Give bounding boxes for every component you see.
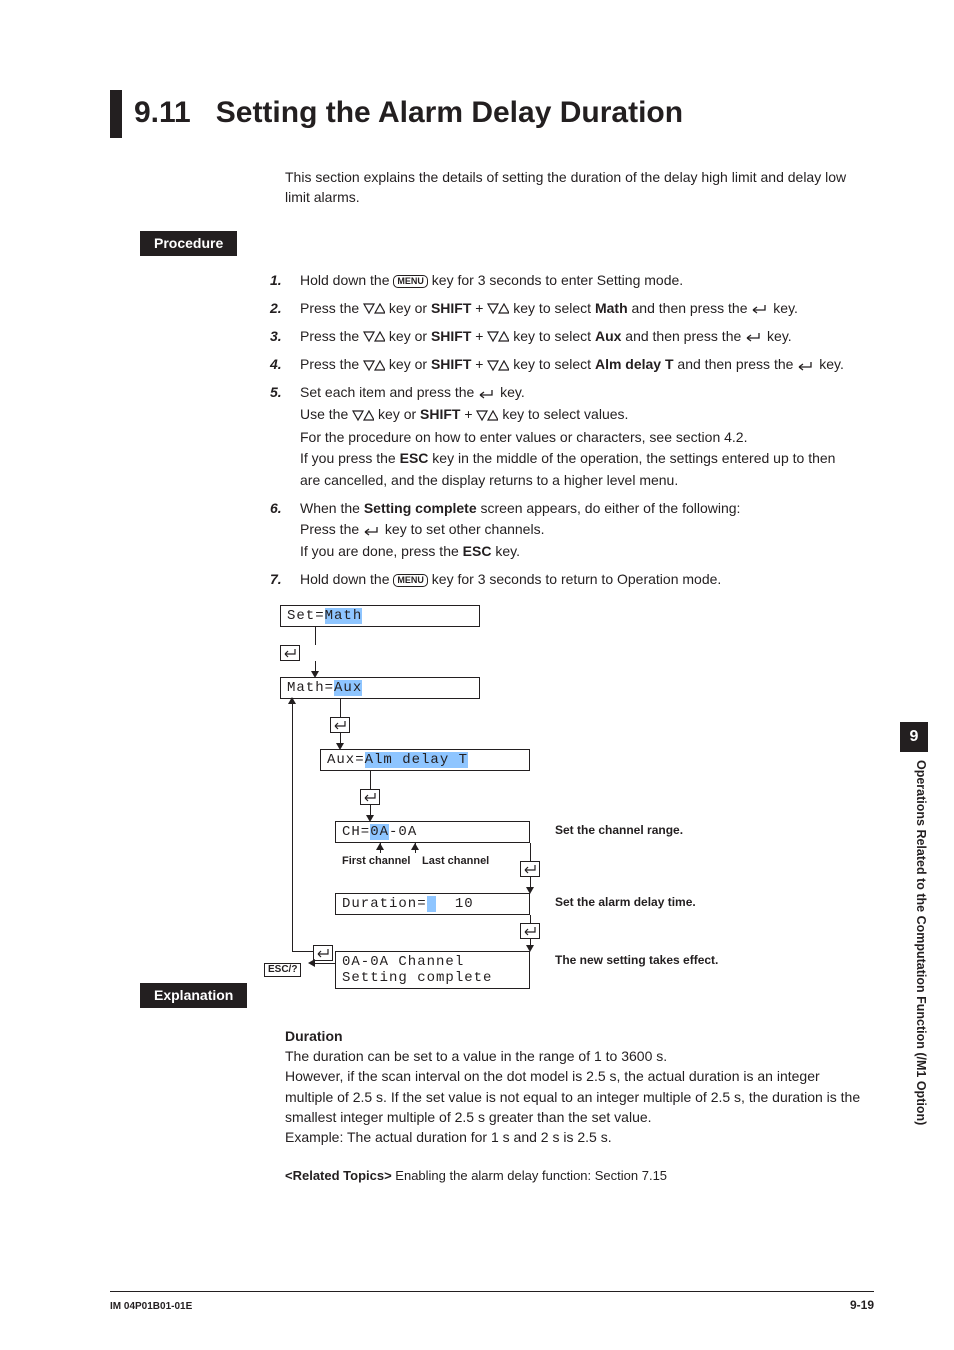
step-6: 6 When the Setting complete screen appea… — [270, 498, 850, 564]
heading-title: Setting the Alarm Delay Duration — [216, 96, 683, 129]
step-2: 2 Press the key or SHIFT + key to select… — [270, 298, 850, 320]
enter-key-icon — [363, 520, 381, 542]
menu-key-icon: MENU — [393, 275, 428, 288]
explanation-body: Duration The duration can be set to a va… — [285, 1026, 865, 1148]
enter-box-icon — [280, 645, 300, 661]
step-4: 4 Press the key or SHIFT + key to select… — [270, 354, 850, 376]
chapter-title-vertical: Operations Related to the Computation Fu… — [900, 760, 928, 1190]
duration-heading: Duration — [285, 1026, 865, 1046]
procedure-label: Procedure — [140, 231, 237, 256]
step-3: 3 Press the key or SHIFT + key to select… — [270, 326, 850, 348]
step-5: 5 Set each item and press the key. Use t… — [270, 382, 850, 491]
last-channel-label: Last channel — [422, 855, 489, 867]
up-down-icon — [487, 355, 509, 377]
up-down-icon — [487, 326, 509, 348]
first-channel-label: First channel — [342, 855, 410, 867]
enter-box-icon — [520, 923, 540, 939]
enter-key-icon — [478, 383, 496, 405]
step-7: 7 Hold down the MENU key for 3 seconds t… — [270, 569, 850, 591]
procedure-list: 1 Hold down the MENU key for 3 seconds t… — [270, 270, 850, 591]
menu-flow-diagram: Set=Math Math=Aux Aux=Alm delay T CH=0A-… — [280, 605, 860, 975]
section-heading: 9.11 Setting the Alarm Delay Duration — [110, 90, 874, 138]
up-down-icon — [476, 405, 498, 427]
up-down-icon — [363, 355, 385, 377]
up-down-icon — [363, 298, 385, 320]
esc-key-label: ESC/? — [264, 963, 301, 977]
heading-bar — [110, 90, 122, 138]
caption-new-setting: The new setting takes effect. — [555, 953, 718, 967]
chapter-tab: 9 — [900, 722, 928, 752]
enter-key-icon — [797, 355, 815, 377]
explanation-label: Explanation — [140, 983, 247, 1008]
step-1: 1 Hold down the MENU key for 3 seconds t… — [270, 270, 850, 292]
caption-alarm-delay: Set the alarm delay time. — [555, 895, 696, 909]
up-down-icon — [352, 405, 374, 427]
up-down-icon — [487, 298, 509, 320]
enter-key-icon — [751, 298, 769, 320]
enter-key-icon — [745, 326, 763, 348]
enter-box-icon — [330, 717, 350, 733]
enter-box-icon — [360, 789, 380, 805]
related-topics: <Related Topics> Enabling the alarm dela… — [285, 1168, 874, 1183]
enter-box-icon — [313, 945, 333, 961]
intro-text: This section explains the details of set… — [285, 168, 870, 207]
caption-channel-range: Set the channel range. — [555, 823, 683, 837]
heading-number: 9.11 — [134, 96, 191, 129]
up-down-icon — [363, 326, 385, 348]
footer-doc-id: IM 04P01B01-01E — [110, 1301, 192, 1312]
footer-page: 9-19 — [850, 1298, 874, 1312]
menu-key-icon: MENU — [393, 574, 428, 587]
footer-rule — [110, 1291, 874, 1292]
enter-box-icon — [520, 861, 540, 877]
